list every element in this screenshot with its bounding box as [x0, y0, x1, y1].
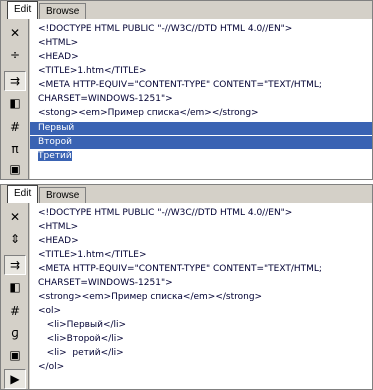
bottom-tab-bar: Edit Browse: [1, 185, 372, 203]
selected-line: Первый: [30, 122, 372, 135]
code-line: <strong><em>Пример списка</em></strong>: [38, 292, 263, 302]
monitor-icon[interactable]: ▣: [4, 159, 26, 179]
code-line: <li>Второй</li>: [38, 334, 124, 344]
indent-icon[interactable]: ◧: [4, 93, 26, 113]
top-tab-bar: Edit Browse: [1, 1, 372, 19]
wrap-icon[interactable]: ⇉: [4, 71, 26, 91]
hash-icon[interactable]: #: [4, 301, 26, 321]
top-code-editor[interactable]: <!DOCTYPE HTML PUBLIC "-//W3C//DTD HTML …: [30, 19, 372, 179]
bottom-code-editor[interactable]: <!DOCTYPE HTML PUBLIC "-//W3C//DTD HTML …: [30, 203, 372, 389]
code-line: <HTML>: [38, 222, 79, 232]
code-line: </ol>: [38, 362, 65, 372]
code-line: <HTML>: [38, 38, 79, 48]
play-icon[interactable]: ▶: [4, 369, 26, 389]
selected-line: Второй: [30, 136, 372, 149]
top-editor-pane: Edit Browse ✕ ÷ ⇉ ◧ # π ▣ <!DOCTYPE HTML…: [0, 0, 373, 180]
top-side-toolbar: ✕ ÷ ⇉ ◧ # π ▣: [1, 19, 29, 179]
tab-edit[interactable]: Edit: [7, 185, 39, 203]
code-line: <stong><em>Пример списка</em></strong>: [38, 108, 259, 118]
code-line: <HEAD>: [38, 52, 79, 62]
code-line: <!DOCTYPE HTML PUBLIC "-//W3C//DTD HTML …: [38, 208, 293, 218]
code-line: <!DOCTYPE HTML PUBLIC "-//W3C//DTD HTML …: [38, 24, 293, 34]
bottom-editor-pane: Edit Browse ✕ ⇕ ⇉ ◧ # ɡ ▣ ▶ <!DOCTYPE HT…: [0, 184, 373, 390]
code-line: <HEAD>: [38, 236, 79, 246]
code-line: CHARSET=WINDOWS-1251">: [38, 94, 173, 104]
code-line: <li>Первый</li>: [38, 320, 127, 330]
code-line: CHARSET=WINDOWS-1251">: [38, 278, 173, 288]
wrap-icon[interactable]: ⇉: [4, 255, 26, 275]
pi-icon[interactable]: π: [4, 139, 26, 159]
selected-line-partial: Третий: [30, 150, 372, 163]
close-icon[interactable]: ✕: [4, 23, 26, 43]
tab-browse[interactable]: Browse: [39, 187, 87, 203]
split-icon[interactable]: ÷: [4, 45, 26, 65]
gamma-icon[interactable]: ɡ: [4, 323, 26, 343]
indent-icon[interactable]: ◧: [4, 277, 26, 297]
tab-edit[interactable]: Edit: [7, 1, 39, 19]
close-icon[interactable]: ✕: [4, 207, 26, 227]
code-line: <TITLE>1.htm</TITLE>: [38, 66, 147, 76]
code-line: <ol>: [38, 306, 62, 316]
code-line: <META HTTP-EQUIV="CONTENT-TYPE" CONTENT=…: [38, 80, 322, 90]
bottom-side-toolbar: ✕ ⇕ ⇉ ◧ # ɡ ▣ ▶: [1, 203, 29, 389]
hash-icon[interactable]: #: [4, 117, 26, 137]
selected-text: Третий: [38, 151, 72, 161]
tab-browse[interactable]: Browse: [39, 3, 87, 19]
monitor-icon[interactable]: ▣: [4, 345, 26, 365]
code-line: <TITLE>1.htm</TITLE>: [38, 250, 147, 260]
code-line: <META HTTP-EQUIV="CONTENT-TYPE" CONTENT=…: [38, 264, 322, 274]
split-icon[interactable]: ⇕: [4, 229, 26, 249]
code-line: <li> ретий</li>: [38, 348, 124, 358]
